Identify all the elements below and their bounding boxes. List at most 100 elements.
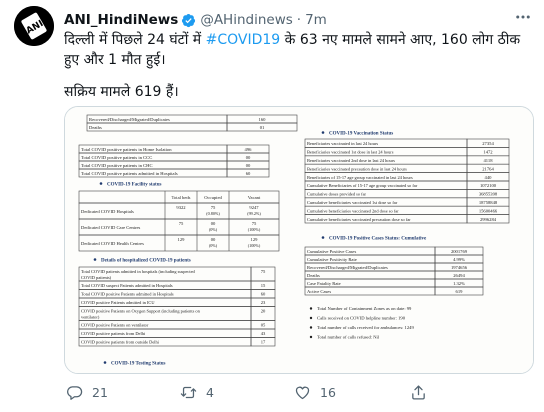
tweet-header: ANI_HindiNews @AHindinews · 7m: [64, 10, 327, 30]
doc-section-title: COVID-19 Testing Status: [111, 362, 166, 367]
doc-value: 129: [178, 237, 186, 242]
doc-label: Deaths: [89, 125, 102, 130]
doc-label: Total COVID patients admitted in hospita…: [81, 269, 196, 274]
doc-value: 23: [261, 300, 266, 305]
doc-section-title: COVID-19 Vaccination Status: [329, 132, 393, 137]
doc-col-header: Total beds: [172, 195, 191, 200]
doc-value: 160: [259, 117, 267, 122]
doc-value: 1974656: [451, 265, 468, 270]
doc-label: COVID positive Patients on ventilator: [81, 323, 149, 328]
doc-value: 496: [245, 147, 253, 152]
doc-bullet-text: Total number of calls received for ambul…: [317, 325, 414, 330]
doc-value: 1472: [483, 150, 493, 155]
retweet-button[interactable]: 4: [180, 384, 214, 401]
doc-value: 1.32%: [453, 281, 465, 286]
doc-label: Total COVID positive patients in Home Is…: [81, 147, 172, 152]
doc-value: 00: [211, 221, 216, 226]
doc-label: COVID positive patients from outside Del…: [81, 340, 160, 345]
doc-value: (0%): [209, 227, 218, 232]
doc-label: Recovered/Discharged/Migrated/Duplicates: [89, 117, 170, 122]
retweet-icon: [180, 386, 197, 398]
doc-label: Total COVID positive patients in CCC: [81, 155, 152, 160]
doc-value: 75: [252, 221, 257, 226]
doc-label: Dedicated COVID Health Centres: [81, 241, 144, 246]
doc-section-title: COVID-19 Positive Cases Status: Cumulati…: [329, 237, 427, 242]
doc-bullet-text: Total Number of Containment Zones as on …: [317, 306, 412, 311]
bullet-icon: [93, 258, 97, 261]
doc-label: Cumulative Positivity Rate: [307, 257, 357, 262]
doc-value: 01: [260, 125, 265, 130]
tweet-text-part1: दिल्ली में पिछले 24 घंटों में: [64, 32, 206, 48]
doc-label: Beneficiaries vaccinated in last 24 hour…: [307, 141, 378, 146]
share-icon: [412, 384, 425, 400]
header-separator: ·: [296, 12, 302, 28]
tweet-text-line1: दिल्ली में पिछले 24 घंटों में #COVID19 क…: [64, 30, 534, 70]
doc-value: 75: [179, 221, 184, 226]
doc-value: 00: [211, 237, 216, 242]
doc-value: 17: [261, 340, 266, 345]
avatar[interactable]: ANI: [14, 6, 54, 46]
tweet-image[interactable]: Recovered/Discharged/Migrated/Duplicates…: [64, 106, 534, 374]
bullet-icon: [309, 335, 313, 339]
tweet-text: दिल्ली में पिछले 24 घंटों में #COVID19 क…: [64, 30, 534, 102]
doc-label: COVID patients): [81, 275, 112, 280]
doc-value: 2001769: [451, 249, 468, 254]
doc-label: Total COVID positive Patients admitted i…: [81, 292, 174, 297]
doc-value: 43: [261, 331, 266, 336]
doc-value: 36855398: [479, 192, 498, 197]
hashtag-link[interactable]: #COVID19: [206, 32, 281, 48]
doc-value: 20: [261, 309, 266, 314]
doc-value: 00: [246, 163, 251, 168]
like-button[interactable]: 16: [294, 384, 336, 401]
retweet-count: 4: [206, 384, 214, 400]
doc-label: Dedicated COVID Hospitals: [81, 209, 134, 214]
share-button[interactable]: [410, 384, 427, 401]
reply-icon: [67, 385, 83, 400]
bulletin-document: Recovered/Discharged/Migrated/Duplicates…: [65, 107, 533, 373]
doc-label: Beneficiaries of 15-17 age group vaccina…: [307, 175, 413, 180]
bullet-icon: [103, 361, 107, 364]
author-name[interactable]: ANI_HindiNews: [64, 12, 178, 28]
doc-col-header: Occupied: [204, 195, 222, 200]
doc-value: 60: [261, 292, 266, 297]
doc-label: Cumulative doses provided so far: [307, 192, 367, 197]
author-handle[interactable]: @AHindinews: [200, 12, 292, 28]
more-options-icon[interactable]: [512, 8, 534, 26]
bullet-icon: [99, 182, 103, 185]
doc-label: COVID positive Patients admitted in ICU: [81, 300, 155, 305]
doc-value: 15600466: [479, 208, 498, 213]
doc-col-header: Vacant: [248, 195, 261, 200]
bullet-icon: [321, 131, 325, 134]
doc-value: 440: [485, 175, 493, 180]
doc-label: Deaths: [307, 273, 320, 278]
tweet-timestamp[interactable]: 7m: [305, 12, 327, 28]
doc-value: (0%): [209, 243, 218, 248]
doc-label: Total COVID positive patients in CHC: [81, 163, 153, 168]
doc-label: Dedicated COVID Care Centres: [81, 225, 141, 230]
doc-value: 2996284: [480, 217, 497, 222]
doc-value: 1072100: [480, 183, 497, 188]
doc-label: Cumulative beneficiaries vaccinated 2nd …: [307, 208, 399, 213]
doc-value: 21764: [482, 166, 494, 171]
doc-value: 9247: [249, 205, 259, 210]
doc-label: Active Cases: [307, 289, 331, 294]
bullet-icon: [321, 236, 325, 239]
reply-button[interactable]: 21: [66, 384, 108, 401]
doc-label: Total COVID positive patients admitted i…: [81, 171, 178, 176]
reply-count: 21: [92, 384, 108, 400]
like-count: 16: [320, 384, 336, 400]
doc-label: Beneficiaries vaccinated 1st dose in las…: [307, 150, 394, 155]
tweet: ANI ANI_HindiNews @AHindinews · 7m दिल्ल…: [0, 0, 544, 412]
doc-label: COVID positive patients from Delhi: [81, 331, 146, 336]
doc-value: (99.2%): [247, 211, 261, 216]
ani-logo-icon: ANI: [14, 6, 54, 46]
doc-label: Total COVID suspect Patients admitted in…: [81, 283, 173, 288]
doc-value: 00: [246, 155, 251, 160]
doc-value: 05: [261, 323, 266, 328]
doc-value: 9322: [176, 205, 186, 210]
doc-value: (0.80%): [206, 211, 220, 216]
doc-label: ventilator): [81, 315, 100, 320]
doc-value: 26494: [453, 273, 465, 278]
heart-icon: [295, 386, 310, 399]
doc-value: 60: [246, 171, 251, 176]
